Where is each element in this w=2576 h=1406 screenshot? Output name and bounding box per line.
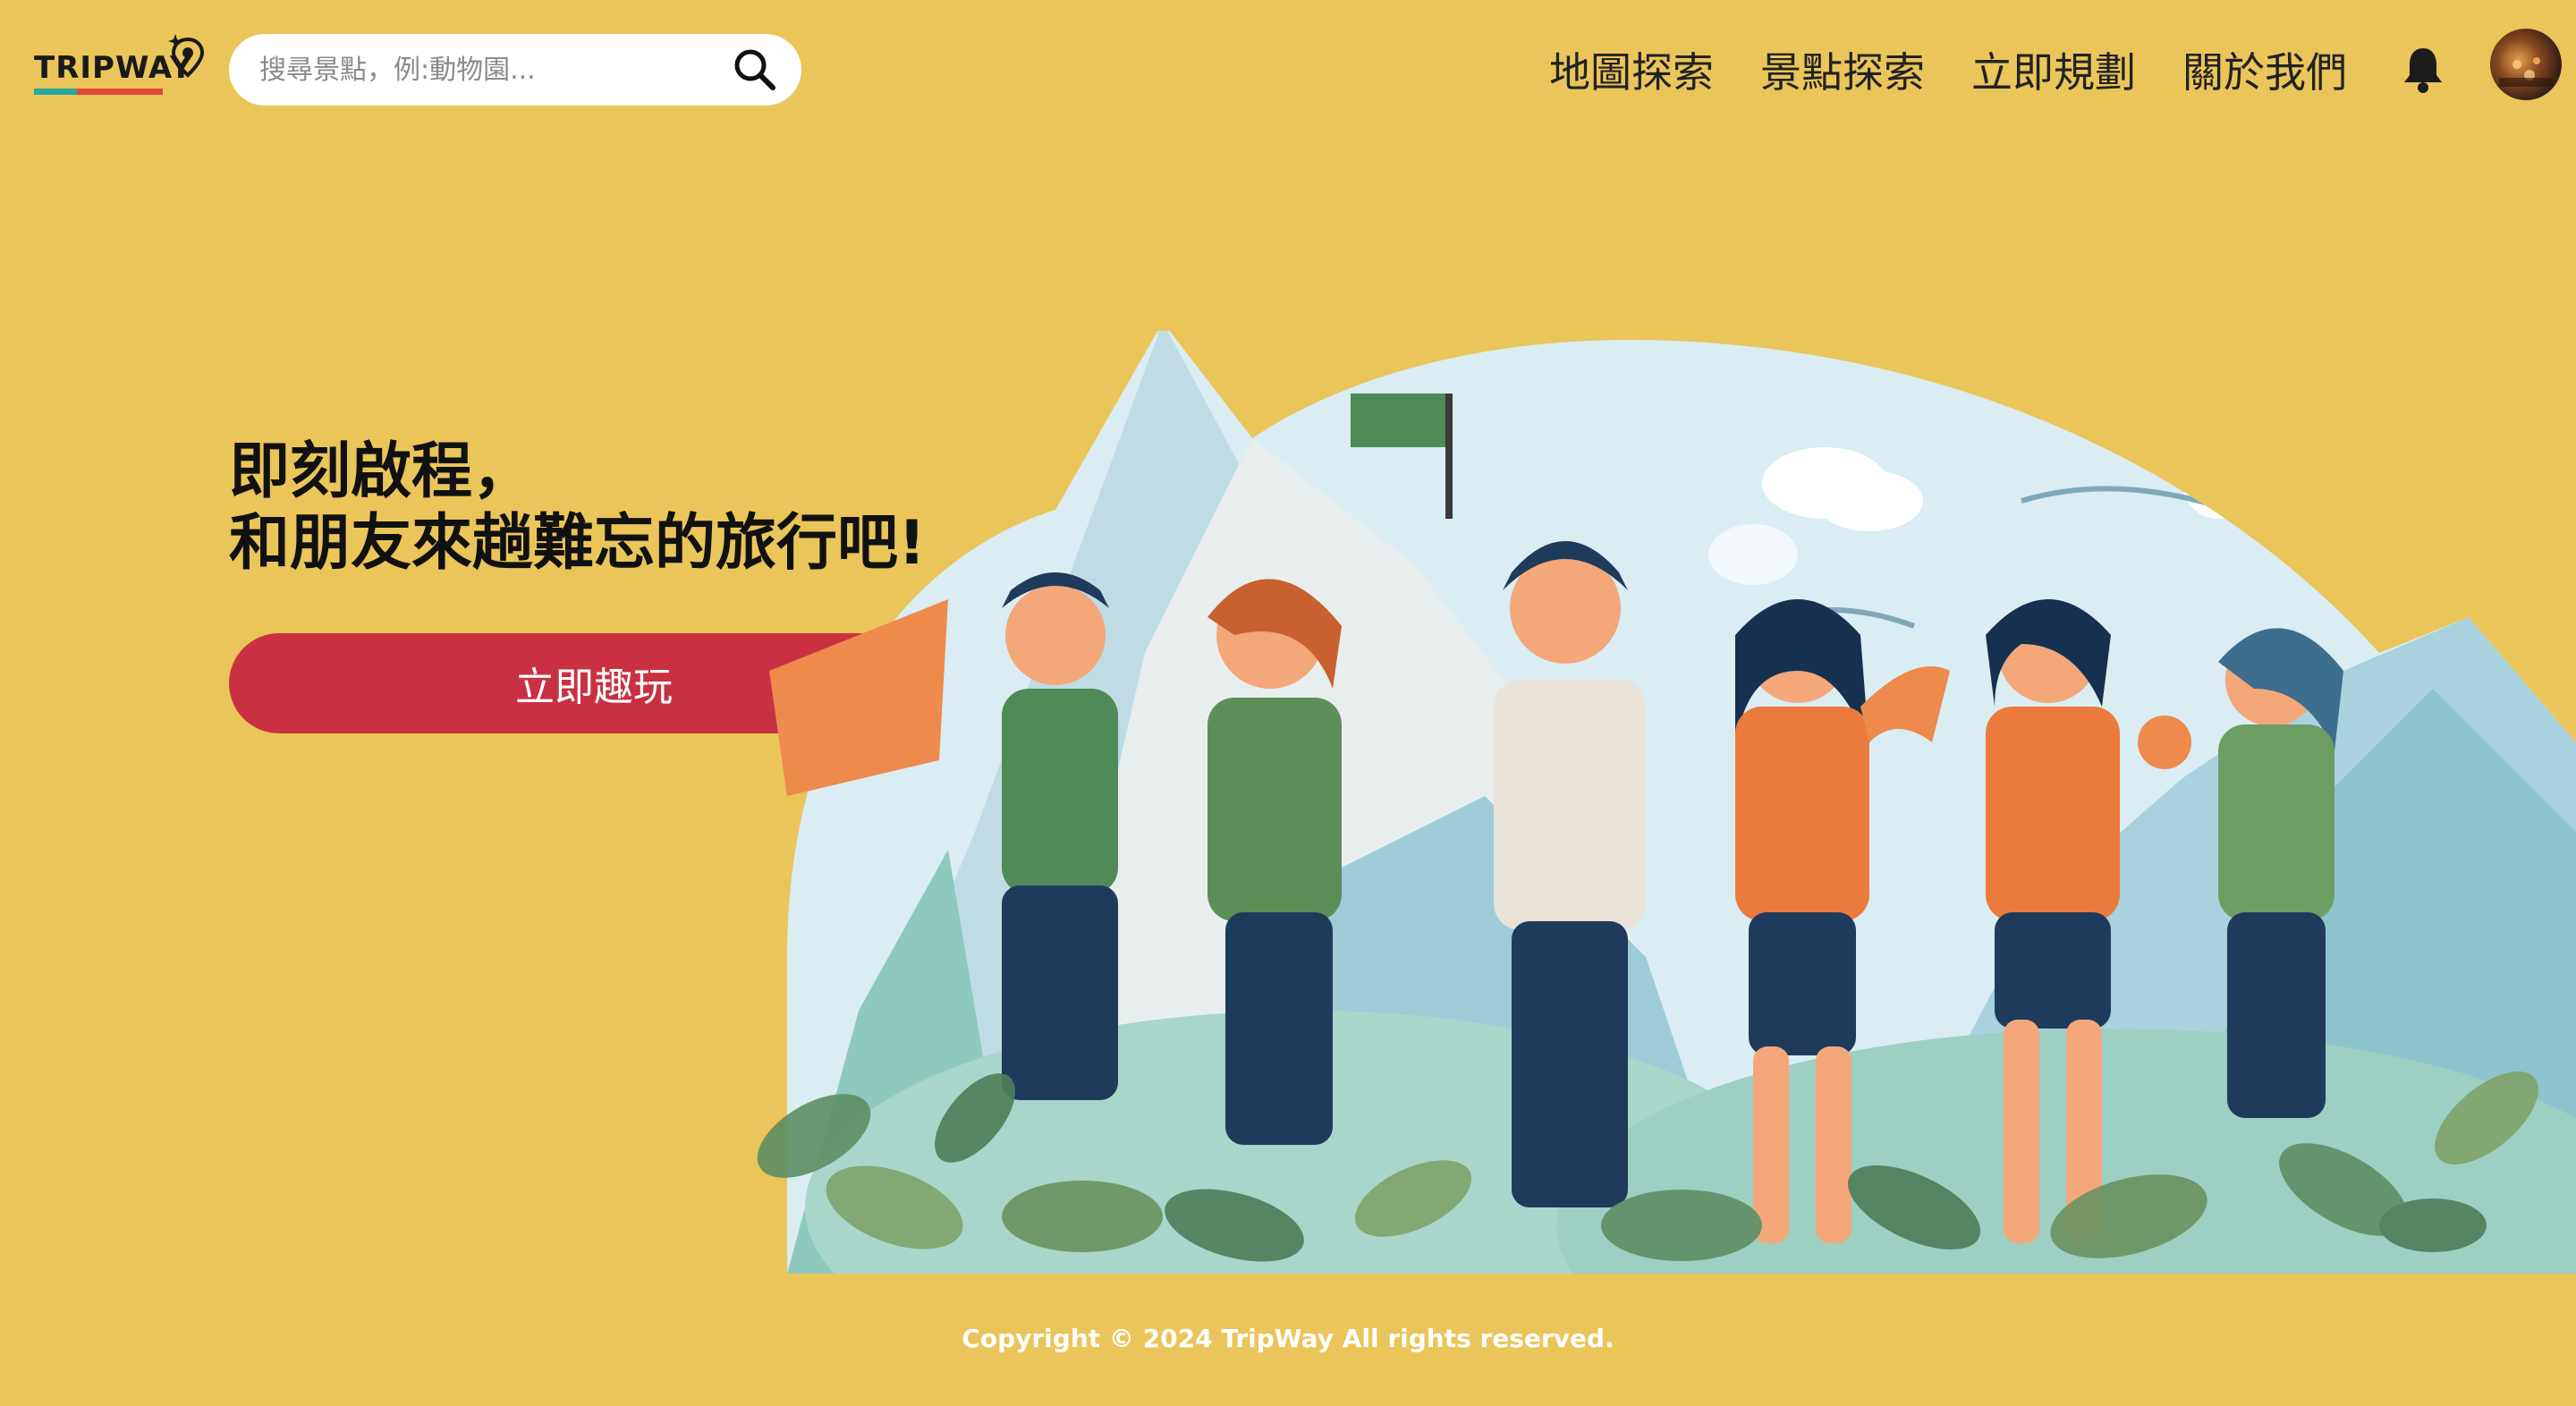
page: TRIPWAY 地圖探索 景點探索 立即規劃 關於我們 <box>0 0 2576 1406</box>
person-6 <box>2218 628 2343 1118</box>
nav-map-explore[interactable]: 地圖探索 <box>1549 40 1714 99</box>
travel-friends-illustration <box>757 331 2576 1274</box>
avatar-photo <box>2499 57 2553 87</box>
search-icon[interactable] <box>732 47 778 93</box>
search-bar <box>229 34 801 106</box>
footer-copyright: Copyright © 2024 TripWay All rights rese… <box>962 1324 1614 1353</box>
nav-about-us[interactable]: 關於我們 <box>2182 40 2347 99</box>
main-nav: 地圖探索 景點探索 立即規劃 關於我們 <box>1549 36 2347 104</box>
search-input[interactable] <box>258 53 732 87</box>
nav-spot-explore[interactable]: 景點探索 <box>1760 40 1925 99</box>
location-pin-icon <box>168 34 205 78</box>
tripway-logo[interactable]: TRIPWAY <box>34 32 213 97</box>
user-avatar[interactable] <box>2490 29 2562 100</box>
hero-title-line1: 即刻啟程， <box>229 436 534 507</box>
nav-plan-now[interactable]: 立即規劃 <box>1971 40 2136 99</box>
logo-underline <box>34 88 163 95</box>
person-2 <box>1208 579 1342 1145</box>
bell-icon[interactable] <box>2401 45 2445 95</box>
